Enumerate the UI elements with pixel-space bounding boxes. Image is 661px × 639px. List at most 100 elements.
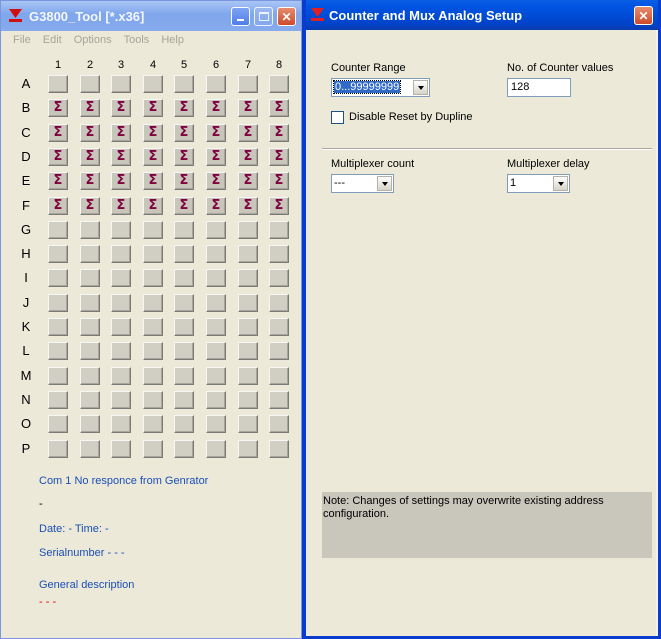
mux-delay-select[interactable]: 1 — [507, 174, 570, 193]
address-cell[interactable] — [111, 367, 131, 385]
address-cell[interactable] — [174, 318, 194, 336]
address-cell[interactable] — [269, 415, 289, 433]
address-cell[interactable] — [269, 367, 289, 385]
address-cell[interactable] — [48, 440, 68, 458]
address-cell[interactable] — [143, 342, 163, 360]
address-cell[interactable] — [143, 367, 163, 385]
address-cell[interactable] — [206, 294, 226, 312]
counter-cell[interactable]: Σ — [143, 148, 163, 166]
counter-cell[interactable]: Σ — [111, 148, 131, 166]
address-cell[interactable] — [174, 367, 194, 385]
address-cell[interactable] — [269, 318, 289, 336]
counter-cell[interactable]: Σ — [48, 172, 68, 190]
address-cell[interactable] — [174, 221, 194, 239]
address-cell[interactable] — [206, 318, 226, 336]
address-cell[interactable] — [174, 342, 194, 360]
counter-cell[interactable]: Σ — [174, 99, 194, 117]
address-cell[interactable] — [143, 440, 163, 458]
dialog-title-bar[interactable]: Counter and Mux Analog Setup ✕ — [306, 0, 658, 30]
address-cell[interactable] — [238, 294, 258, 312]
mux-count-select[interactable]: --- — [331, 174, 394, 193]
address-cell[interactable] — [143, 391, 163, 409]
address-cell[interactable] — [174, 75, 194, 93]
counter-cell[interactable]: Σ — [111, 197, 131, 215]
address-cell[interactable] — [111, 75, 131, 93]
address-cell[interactable] — [80, 245, 100, 263]
address-cell[interactable] — [238, 440, 258, 458]
counter-cell[interactable]: Σ — [206, 99, 226, 117]
address-cell[interactable] — [174, 415, 194, 433]
address-cell[interactable] — [269, 440, 289, 458]
chevron-down-icon[interactable] — [553, 176, 568, 191]
menu-file[interactable]: File — [7, 31, 37, 50]
counter-cell[interactable]: Σ — [206, 172, 226, 190]
counter-cell[interactable]: Σ — [269, 124, 289, 142]
address-cell[interactable] — [80, 221, 100, 239]
address-cell[interactable] — [143, 415, 163, 433]
address-cell[interactable] — [206, 342, 226, 360]
address-cell[interactable] — [206, 75, 226, 93]
address-cell[interactable] — [206, 269, 226, 287]
counter-cell[interactable]: Σ — [238, 172, 258, 190]
address-cell[interactable] — [48, 75, 68, 93]
counter-cell[interactable]: Σ — [269, 197, 289, 215]
address-cell[interactable] — [206, 391, 226, 409]
counter-cell[interactable]: Σ — [111, 172, 131, 190]
menu-edit[interactable]: Edit — [37, 31, 68, 50]
address-cell[interactable] — [48, 391, 68, 409]
counter-cell[interactable]: Σ — [269, 99, 289, 117]
address-cell[interactable] — [174, 391, 194, 409]
address-cell[interactable] — [143, 269, 163, 287]
counter-range-select[interactable]: 0...99999999 — [331, 78, 430, 97]
chevron-down-icon[interactable] — [413, 80, 428, 95]
address-cell[interactable] — [111, 221, 131, 239]
address-cell[interactable] — [238, 221, 258, 239]
address-cell[interactable] — [80, 440, 100, 458]
address-cell[interactable] — [269, 245, 289, 263]
address-cell[interactable] — [206, 367, 226, 385]
counter-cell[interactable]: Σ — [80, 99, 100, 117]
maximize-button[interactable] — [254, 7, 273, 26]
disable-reset-checkbox[interactable] — [331, 111, 344, 124]
close-button[interactable]: ✕ — [277, 7, 296, 26]
address-cell[interactable] — [238, 269, 258, 287]
address-cell[interactable] — [111, 318, 131, 336]
address-cell[interactable] — [80, 294, 100, 312]
counter-cell[interactable]: Σ — [174, 172, 194, 190]
counter-cell[interactable]: Σ — [206, 124, 226, 142]
address-cell[interactable] — [111, 415, 131, 433]
address-cell[interactable] — [48, 294, 68, 312]
counter-cell[interactable]: Σ — [206, 197, 226, 215]
address-cell[interactable] — [143, 294, 163, 312]
counter-cell[interactable]: Σ — [174, 124, 194, 142]
address-cell[interactable] — [174, 269, 194, 287]
chevron-down-icon[interactable] — [377, 176, 392, 191]
counter-cell[interactable]: Σ — [48, 99, 68, 117]
counter-cell[interactable]: Σ — [238, 99, 258, 117]
counter-cell[interactable]: Σ — [80, 124, 100, 142]
counter-cell[interactable]: Σ — [174, 148, 194, 166]
counter-cell[interactable]: Σ — [238, 124, 258, 142]
main-title-bar[interactable]: G3800_Tool [*.x36] ✕ — [1, 1, 301, 31]
address-cell[interactable] — [238, 75, 258, 93]
address-cell[interactable] — [238, 415, 258, 433]
address-cell[interactable] — [238, 367, 258, 385]
menu-tools[interactable]: Tools — [118, 31, 156, 50]
address-cell[interactable] — [269, 391, 289, 409]
counter-cell[interactable]: Σ — [269, 172, 289, 190]
address-cell[interactable] — [269, 294, 289, 312]
address-cell[interactable] — [143, 318, 163, 336]
address-cell[interactable] — [269, 342, 289, 360]
address-cell[interactable] — [48, 245, 68, 263]
address-cell[interactable] — [143, 245, 163, 263]
counter-values-input[interactable]: 128 — [507, 78, 571, 97]
address-cell[interactable] — [48, 318, 68, 336]
address-cell[interactable] — [238, 318, 258, 336]
counter-cell[interactable]: Σ — [269, 148, 289, 166]
address-cell[interactable] — [80, 367, 100, 385]
address-cell[interactable] — [111, 269, 131, 287]
counter-cell[interactable]: Σ — [174, 197, 194, 215]
menu-options[interactable]: Options — [68, 31, 118, 50]
counter-cell[interactable]: Σ — [80, 197, 100, 215]
counter-cell[interactable]: Σ — [238, 197, 258, 215]
